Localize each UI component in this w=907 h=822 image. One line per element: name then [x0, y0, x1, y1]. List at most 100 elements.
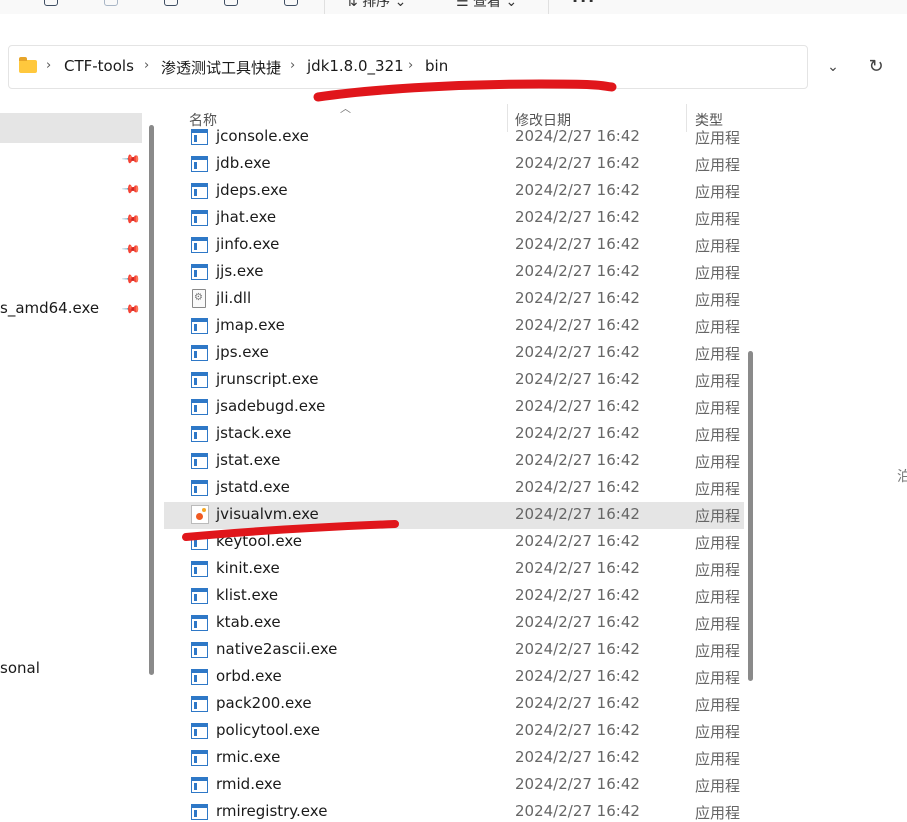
file-row[interactable]: jconsole.exe 2024/2/27 16:42 应用程	[164, 124, 744, 151]
exe-icon	[191, 480, 208, 496]
file-row[interactable]: jdb.exe 2024/2/27 16:42 应用程	[164, 151, 744, 178]
file-row[interactable]: klist.exe 2024/2/27 16:42 应用程	[164, 583, 744, 610]
pin-icon[interactable]: 📌	[121, 149, 141, 169]
file-modified-date: 2024/2/27 16:42	[515, 397, 640, 415]
exe-icon	[191, 453, 208, 469]
exe-icon	[191, 723, 208, 739]
sort-button[interactable]: ⇅ 排序 ⌄	[346, 0, 406, 11]
chevron-right-icon[interactable]: ›	[46, 58, 51, 73]
file-type: 应用程	[695, 480, 741, 498]
pin-icon[interactable]: 📌	[121, 239, 141, 259]
file-row[interactable]: jinfo.exe 2024/2/27 16:42 应用程	[164, 232, 744, 259]
nav-item-selected[interactable]	[0, 113, 142, 143]
pin-icon[interactable]: 📌	[121, 299, 141, 319]
file-row[interactable]: jdeps.exe 2024/2/27 16:42 应用程	[164, 178, 744, 205]
nav-item-label[interactable]: s_amd64.exe	[0, 299, 99, 317]
file-row[interactable]: jli.dll 2024/2/27 16:42 应用程	[164, 286, 744, 313]
file-type: 应用程	[695, 453, 741, 471]
file-row[interactable]: rmid.exe 2024/2/27 16:42 应用程	[164, 772, 744, 799]
file-name: orbd.exe	[216, 667, 282, 685]
file-modified-date: 2024/2/27 16:42	[515, 802, 640, 820]
command-bar: ⇅ 排序 ⌄ ☰ 查看 ⌄ ···	[0, 0, 907, 14]
nav-scrollbar[interactable]	[149, 125, 154, 675]
file-modified-date: 2024/2/27 16:42	[515, 262, 640, 280]
file-type: 应用程	[695, 696, 741, 714]
breadcrumb-item[interactable]: 渗透测试工具快捷	[161, 57, 281, 78]
file-modified-date: 2024/2/27 16:42	[515, 424, 640, 442]
file-row[interactable]: keytool.exe 2024/2/27 16:42 应用程	[164, 529, 744, 556]
file-row[interactable]: policytool.exe 2024/2/27 16:42 应用程	[164, 718, 744, 745]
address-bar[interactable]: › CTF-tools › 渗透测试工具快捷 › jdk1.8.0_321 › …	[8, 45, 808, 89]
file-type: 应用程	[695, 561, 741, 579]
pin-icon[interactable]: 📌	[121, 179, 141, 199]
file-row[interactable]: jvisualvm.exe 2024/2/27 16:42 应用程	[164, 502, 744, 529]
file-type: 应用程	[695, 588, 741, 606]
nav-item-label[interactable]: sonal	[0, 659, 40, 677]
list-scrollbar[interactable]	[748, 351, 753, 681]
rename-icon[interactable]	[162, 0, 180, 8]
refresh-icon[interactable]: ↻	[862, 53, 890, 81]
file-name: klist.exe	[216, 586, 279, 604]
file-modified-date: 2024/2/27 16:42	[515, 127, 640, 145]
file-name: jmap.exe	[216, 316, 285, 334]
exe-icon	[191, 156, 208, 172]
file-name: jdb.exe	[216, 154, 271, 172]
file-row[interactable]: rmiregistry.exe 2024/2/27 16:42 应用程	[164, 799, 744, 822]
file-modified-date: 2024/2/27 16:42	[515, 289, 640, 307]
file-name: rmic.exe	[216, 748, 281, 766]
file-name: pack200.exe	[216, 694, 312, 712]
file-modified-date: 2024/2/27 16:42	[515, 613, 640, 631]
copy-icon[interactable]	[42, 0, 60, 8]
breadcrumb-item[interactable]: bin	[425, 57, 448, 75]
file-row[interactable]: jstat.exe 2024/2/27 16:42 应用程	[164, 448, 744, 475]
file-row[interactable]: rmic.exe 2024/2/27 16:42 应用程	[164, 745, 744, 772]
file-row[interactable]: jjs.exe 2024/2/27 16:42 应用程	[164, 259, 744, 286]
file-type: 应用程	[695, 750, 741, 768]
view-button[interactable]: ☰ 查看 ⌄	[456, 0, 517, 11]
file-row[interactable]: pack200.exe 2024/2/27 16:42 应用程	[164, 691, 744, 718]
file-name: jvisualvm.exe	[216, 505, 319, 523]
file-row[interactable]: native2ascii.exe 2024/2/27 16:42 应用程	[164, 637, 744, 664]
breadcrumb-item[interactable]: jdk1.8.0_321	[307, 57, 404, 75]
file-row[interactable]: jrunscript.exe 2024/2/27 16:42 应用程	[164, 367, 744, 394]
file-row[interactable]: jps.exe 2024/2/27 16:42 应用程	[164, 340, 744, 367]
file-type: 应用程	[695, 156, 741, 174]
file-row[interactable]: jhat.exe 2024/2/27 16:42 应用程	[164, 205, 744, 232]
file-row[interactable]: jsadebugd.exe 2024/2/27 16:42 应用程	[164, 394, 744, 421]
file-name: native2ascii.exe	[216, 640, 338, 658]
file-type: 应用程	[695, 372, 741, 390]
file-modified-date: 2024/2/27 16:42	[515, 316, 640, 334]
breadcrumb-item[interactable]: CTF-tools	[64, 57, 134, 75]
file-type: 应用程	[695, 777, 741, 795]
file-row[interactable]: kinit.exe 2024/2/27 16:42 应用程	[164, 556, 744, 583]
file-row[interactable]: jstatd.exe 2024/2/27 16:42 应用程	[164, 475, 744, 502]
pin-icon[interactable]: 📌	[121, 269, 141, 289]
share-icon[interactable]	[222, 0, 240, 8]
exe-icon	[191, 615, 208, 631]
more-options-button[interactable]: ···	[572, 0, 596, 10]
file-name: jconsole.exe	[216, 127, 309, 145]
file-name: rmid.exe	[216, 775, 282, 793]
file-type: 应用程	[695, 345, 741, 363]
paste-icon[interactable]	[102, 0, 120, 8]
navigation-pane: 📌 📌 📌 📌 📌 📌 s_amd64.exe sonal	[0, 104, 160, 822]
edge-text: 泊	[897, 469, 907, 485]
file-name: jps.exe	[216, 343, 269, 361]
chevron-right-icon[interactable]: ›	[290, 58, 295, 73]
history-dropdown-icon[interactable]: ⌄	[819, 53, 847, 81]
file-row[interactable]: ktab.exe 2024/2/27 16:42 应用程	[164, 610, 744, 637]
file-type: 应用程	[695, 804, 741, 822]
view-label: 查看	[473, 0, 502, 10]
pin-icon[interactable]: 📌	[121, 209, 141, 229]
file-modified-date: 2024/2/27 16:42	[515, 532, 640, 550]
file-modified-date: 2024/2/27 16:42	[515, 721, 640, 739]
file-row[interactable]: orbd.exe 2024/2/27 16:42 应用程	[164, 664, 744, 691]
file-row[interactable]: jstack.exe 2024/2/27 16:42 应用程	[164, 421, 744, 448]
chevron-right-icon[interactable]: ›	[408, 58, 413, 73]
file-name: jsadebugd.exe	[216, 397, 326, 415]
chevron-right-icon[interactable]: ›	[144, 58, 149, 73]
file-modified-date: 2024/2/27 16:42	[515, 505, 640, 523]
delete-icon[interactable]	[282, 0, 300, 8]
file-row[interactable]: jmap.exe 2024/2/27 16:42 应用程	[164, 313, 744, 340]
file-type: 应用程	[695, 534, 741, 552]
